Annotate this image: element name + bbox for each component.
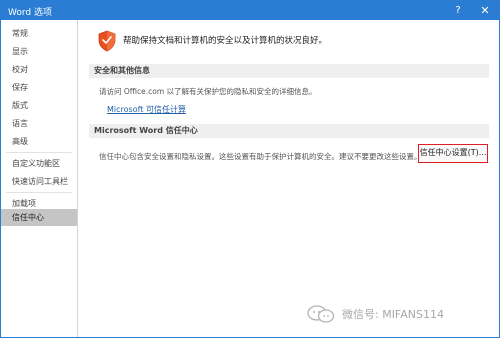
trust-center-settings-button[interactable]: 信任中心设置(T)... xyxy=(418,144,488,163)
sidebar-item-customize-ribbon[interactable]: 自定义功能区 xyxy=(1,155,77,172)
shield-icon xyxy=(98,30,116,52)
sidebar-item-display[interactable]: 显示 xyxy=(1,43,77,60)
sidebar-item-quick-access-toolbar[interactable]: 快速访问工具栏 xyxy=(1,173,77,190)
page-header-text: 帮助保持文档和计算机的安全以及计算机的状况良好。 xyxy=(123,36,328,46)
sidebar-item-language[interactable]: 语言 xyxy=(1,115,77,132)
security-description: 请访问 Office.com 以了解有关保护您的隐私和安全的详细信息。 xyxy=(99,87,317,96)
sidebar-item-proofing[interactable]: 校对 xyxy=(1,61,77,78)
sidebar-item-layout[interactable]: 版式 xyxy=(1,97,77,114)
options-sidebar: 常规 显示 校对 保存 版式 语言 高级 自定义功能区 快速访问工具栏 加载项 … xyxy=(1,20,78,337)
title-bar[interactable]: Word 选项 ? ✕ xyxy=(1,1,499,20)
word-options-dialog: Word 选项 ? ✕ 常规 显示 校对 保存 版式 语言 高级 自定义功能区 … xyxy=(0,0,500,338)
sidebar-item-advanced[interactable]: 高级 xyxy=(1,133,77,150)
sidebar-item-trust-center[interactable]: 信任中心 xyxy=(1,209,77,226)
window-title: Word 选项 xyxy=(8,8,52,18)
watermark-text: 微信号: MIFANS114 xyxy=(342,308,444,321)
wechat-icon xyxy=(307,305,335,323)
help-button[interactable]: ? xyxy=(445,1,471,20)
sidebar-item-save[interactable]: 保存 xyxy=(1,79,77,96)
trustworthy-computing-link[interactable]: Microsoft 可信任计算 xyxy=(107,104,186,115)
security-section-title: 安全和其他信息 xyxy=(89,64,489,78)
trust-center-description: 信任中心包含安全设置和隐私设置。这些设置有助于保护计算机的安全。建议不要更改这些… xyxy=(99,152,422,161)
sidebar-item-general[interactable]: 常规 xyxy=(1,25,77,42)
sidebar-divider xyxy=(6,192,72,193)
main-content: 帮助保持文档和计算机的安全以及计算机的状况良好。 安全和其他信息 请访问 Off… xyxy=(79,20,499,337)
close-button[interactable]: ✕ xyxy=(472,1,498,20)
trust-center-section-title: Microsoft Word 信任中心 xyxy=(89,124,489,138)
sidebar-divider xyxy=(6,152,72,153)
watermark: 微信号: MIFANS114 xyxy=(306,303,444,325)
